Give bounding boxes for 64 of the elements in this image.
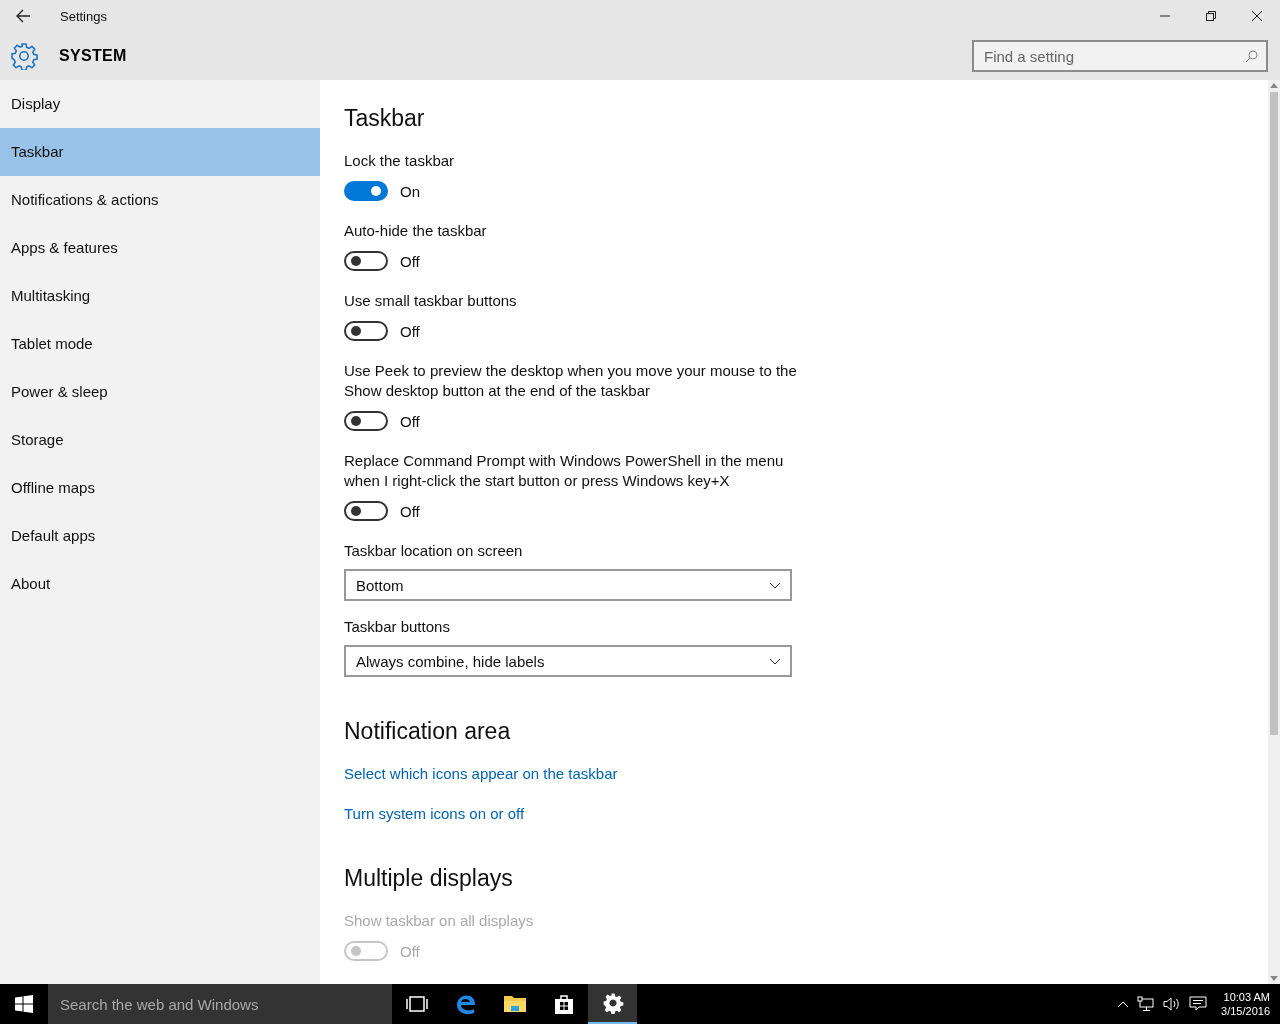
windows-logo-icon [15,995,33,1013]
toggle-state: On [400,182,420,200]
setting-label: Use Peek to preview the desktop when you move your mouse to the Show desktop button at the end of the taskbar [344,361,798,401]
sidebar-item[interactable]: Tablet mode [0,320,320,368]
taskbar-app-button[interactable] [588,984,637,1024]
search-field[interactable]: Find a setting [972,40,1268,72]
clock-time: 10:03 AM [1223,990,1270,1004]
toggle-switch[interactable] [344,501,388,521]
setting-label: Taskbar location on screen [344,541,524,561]
gear-icon [10,42,38,70]
task-view-icon [404,995,429,1013]
network-icon[interactable] [1137,996,1156,1012]
setting-label: Use small taskbar buttons [344,291,518,311]
close-icon [1251,10,1263,22]
window-title: Settings [60,8,107,24]
sidebar-item[interactable]: Multitasking [0,272,320,320]
scroll-down-arrow-icon[interactable] [1270,976,1278,981]
chevron-up-icon[interactable] [1117,1000,1130,1008]
section-heading: Notification area [344,717,512,746]
settings-link[interactable]: Select which icons appear on the taskbar [344,765,618,782]
toggle-state: Off [400,412,420,430]
toggle-state: Off [400,942,420,960]
sidebar-item[interactable]: Default apps [0,512,320,560]
settings-link[interactable]: Turn system icons on or off [344,805,525,822]
sidebar-item[interactable]: Apps & features [0,224,320,272]
folder-icon [502,994,527,1014]
scroll-up-arrow-icon[interactable] [1270,83,1278,88]
chevron-icon [769,581,781,589]
toggle-state: Off [400,322,420,340]
setting-label: Show taskbar on all displays [344,911,535,931]
browser-icon [454,993,477,1015]
notification-icon[interactable] [1189,996,1208,1012]
volume-icon[interactable] [1163,996,1182,1012]
sidebar-item[interactable]: Offline maps [0,464,320,512]
dropdown[interactable]: Bottom [344,569,792,601]
sidebar-item[interactable]: Power & sleep [0,368,320,416]
section-title: SYSTEM [59,47,127,65]
dropdown[interactable]: Always combine, hide labels [344,645,792,677]
sidebar-item[interactable]: Notifications & actions [0,176,320,224]
toggle-switch[interactable] [344,251,388,271]
chevron-icon [769,657,781,665]
section-heading: Multiple displays [344,864,514,893]
clock-date: 3/15/2016 [1221,1004,1270,1018]
sidebar-item[interactable]: Display [0,80,320,128]
section-heading: Taskbar [344,104,426,133]
taskbar-search-field[interactable]: Search the web and Windows [48,984,392,1024]
restore-icon [1205,10,1217,22]
toggle-state: Off [400,252,420,270]
setting-label: Taskbar buttons [344,617,451,637]
toggle-switch[interactable] [344,181,388,201]
sidebar-item[interactable]: Storage [0,416,320,464]
store-icon [553,993,574,1015]
sidebar-item[interactable]: About [0,560,320,608]
back-arrow-icon [15,9,31,23]
toggle-state: Off [400,502,420,520]
toggle-switch[interactable] [344,321,388,341]
scrollbar[interactable] [1268,80,1280,984]
setting-label: Replace Command Prompt with Windows PowerShell in the menu when I right-click the start button or press Windows key+X [344,451,785,491]
search-icon [1245,50,1258,63]
toggle-switch[interactable] [344,411,388,431]
setting-label: Auto-hide the taskbar [344,221,488,241]
settings-icon [601,992,624,1014]
sidebar-item[interactable]: Taskbar [0,128,320,176]
setting-label: Lock the taskbar [344,151,456,171]
